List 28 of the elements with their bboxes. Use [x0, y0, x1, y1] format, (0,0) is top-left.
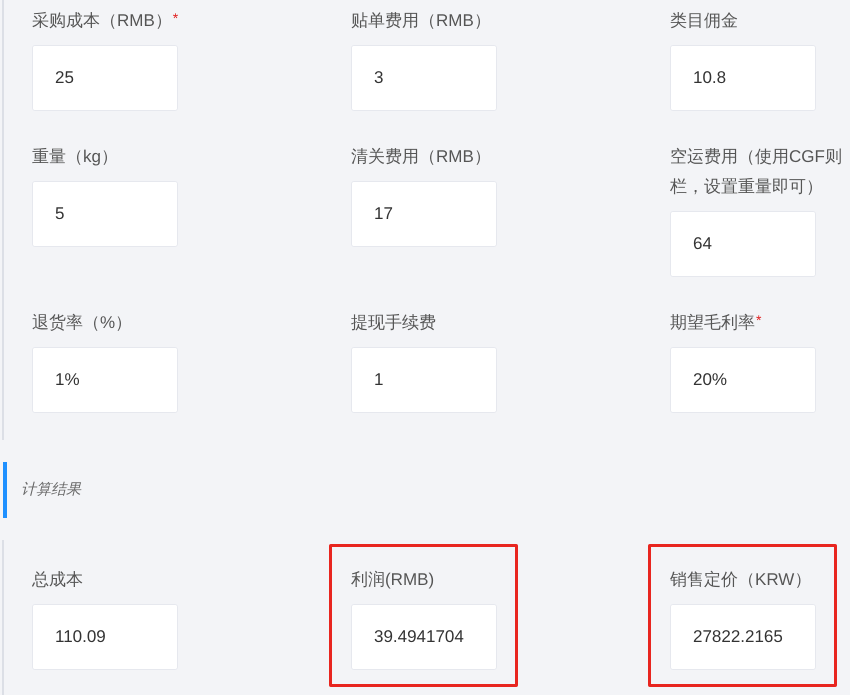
input-field[interactable]: 39.4941704	[351, 604, 497, 670]
field-label: 采购成本（RMB）	[32, 10, 172, 32]
field-label: 空运费用（使用CGF则	[670, 146, 842, 168]
required-mark: *	[756, 311, 762, 330]
field-label: 总成本	[32, 569, 83, 591]
input-field[interactable]: 1	[351, 347, 497, 413]
field-label: 清关费用（RMB）	[351, 146, 491, 168]
input-field[interactable]: 25	[32, 45, 178, 111]
field-label: 退货率（%）	[32, 312, 132, 334]
field-label: 栏，设置重量即可）	[670, 176, 823, 198]
section-title: 计算结果	[21, 480, 81, 500]
input-field[interactable]: 5	[32, 181, 178, 247]
field-label: 期望毛利率	[670, 312, 755, 334]
input-field[interactable]: 110.09	[32, 604, 178, 670]
field-label: 提现手续费	[351, 312, 436, 334]
field-label: 贴单费用（RMB）	[351, 10, 491, 32]
input-field[interactable]: 20%	[670, 347, 816, 413]
input-field[interactable]: 17	[351, 181, 497, 247]
field-label: 销售定价（KRW）	[670, 569, 812, 591]
input-field[interactable]: 1%	[32, 347, 178, 413]
field-label: 类目佣金	[670, 10, 738, 32]
field-label: 重量（kg）	[32, 146, 118, 168]
input-field[interactable]: 3	[351, 45, 497, 111]
input-field[interactable]: 27822.2165	[670, 604, 816, 670]
input-field[interactable]: 10.8	[670, 45, 816, 111]
input-field[interactable]: 64	[670, 211, 816, 277]
required-mark: *	[172, 9, 178, 28]
field-label: 利润(RMB)	[351, 569, 434, 591]
